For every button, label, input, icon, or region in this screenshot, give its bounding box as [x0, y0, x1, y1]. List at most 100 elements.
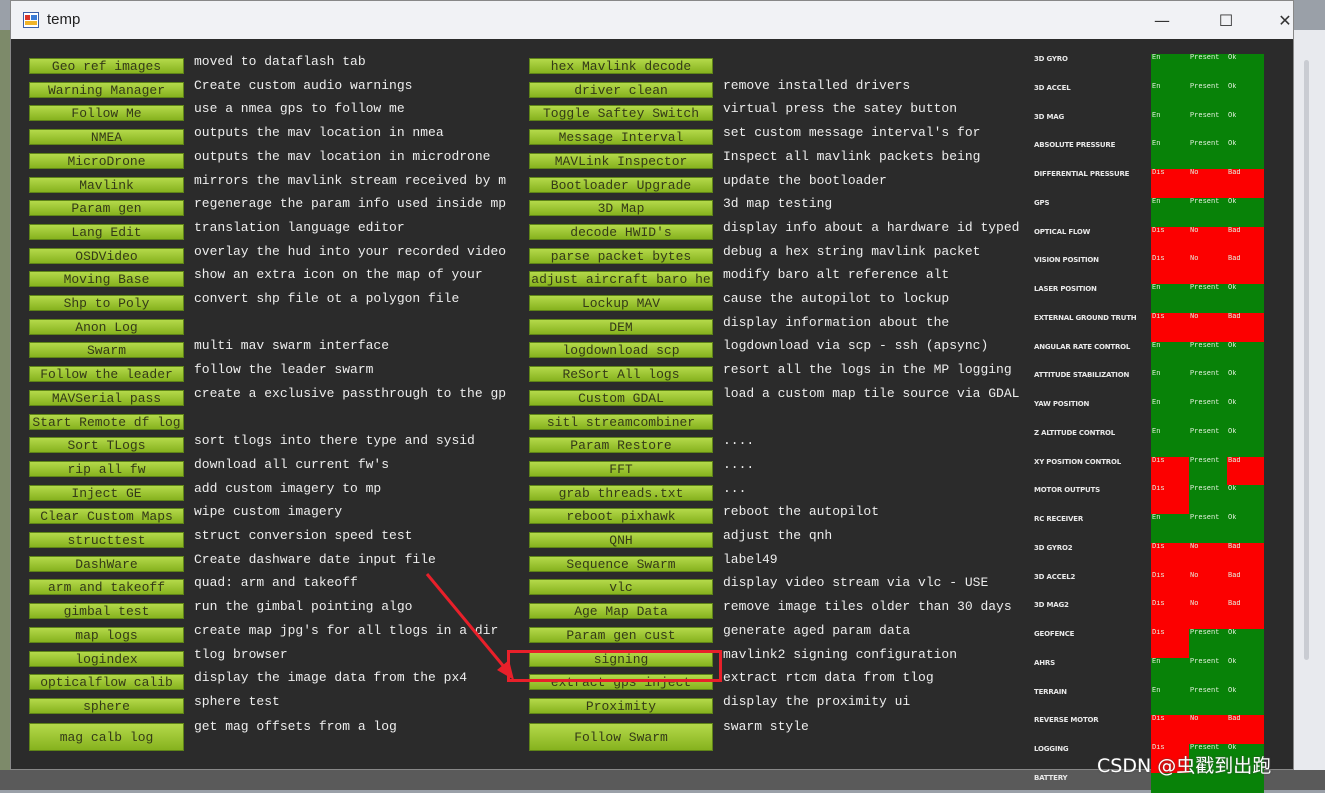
tool-button-age-map-data[interactable]: Age Map Data	[529, 603, 713, 620]
tool-button-logdownload-scp[interactable]: logdownload scp	[529, 342, 713, 359]
tool-button-osdvideo[interactable]: OSDVideo	[29, 247, 184, 264]
tool-button-adjust-aircraft-baro-he[interactable]: adjust aircraft baro he	[529, 271, 713, 288]
tool-button-param-gen[interactable]: Param gen	[29, 200, 184, 217]
sensor-status-cell: En	[1151, 197, 1189, 227]
tool-button-sequence-swarm[interactable]: Sequence Swarm	[529, 555, 713, 572]
tool-button-bootloader-upgrade[interactable]: Bootloader Upgrade	[529, 176, 713, 193]
tool-button-follow-the-leader[interactable]: Follow the leader	[29, 366, 184, 383]
tool-button-inject-ge[interactable]: Inject GE	[29, 484, 184, 501]
sensor-name: GEOFENCE	[1034, 630, 1075, 638]
tool-button-follow-me[interactable]: Follow Me	[29, 105, 184, 122]
tool-description: show an extra icon on the map of your	[194, 267, 483, 283]
tool-button-shp-to-poly[interactable]: Shp to Poly	[29, 295, 184, 311]
tool-button-moving-base[interactable]: Moving Base	[29, 271, 184, 288]
sensor-status-cell: No	[1189, 226, 1227, 256]
sensor-status-cell: Ok	[1227, 427, 1264, 457]
sensor-status-cell: Present	[1189, 82, 1227, 112]
tool-button-driver-clean[interactable]: driver clean	[529, 81, 713, 98]
tool-button-mag-calb-log[interactable]: mag calb log	[29, 723, 184, 751]
tool-button-sort-tlogs[interactable]: Sort TLogs	[29, 437, 184, 454]
tool-button-sitl-streamcombiner[interactable]: sitl streamcombiner	[529, 413, 713, 430]
tool-description: create map jpg's for all tlogs in a dir	[194, 622, 499, 638]
tool-button-start-remote-df-log[interactable]: Start Remote df log	[29, 413, 184, 430]
tool-button-microdrone[interactable]: MicroDrone	[29, 152, 184, 169]
tool-description: ....	[723, 433, 755, 449]
maximize-button[interactable]: ☐	[1203, 1, 1249, 39]
tool-button-swarm[interactable]: Swarm	[29, 342, 184, 359]
tool-description: display information about the	[723, 314, 950, 330]
sensor-status-cell: En	[1151, 427, 1189, 457]
tool-button-lockup-mav[interactable]: Lockup MAV	[529, 295, 713, 311]
sensor-name: EXTERNAL GROUND TRUTH	[1034, 313, 1137, 322]
tool-button-geo-ref-images[interactable]: Geo ref images	[29, 58, 184, 74]
tool-description: outputs the mav location in nmea	[194, 125, 444, 141]
tool-description: display the image data from the px4	[194, 670, 468, 686]
tool-button-reboot-pixhawk[interactable]: reboot pixhawk	[529, 508, 713, 525]
tool-button-opticalflow-calib[interactable]: opticalflow calib	[29, 674, 184, 691]
sensor-status-cell: En	[1151, 284, 1189, 313]
tool-description: generate aged param data	[723, 622, 911, 638]
sensor-status-cell: En	[1151, 111, 1189, 141]
sensor-name: ABSOLUTE PRESSURE	[1034, 141, 1116, 150]
sensor-name: RC RECEIVER	[1034, 515, 1084, 523]
tool-button-3d-map[interactable]: 3D Map	[529, 200, 713, 217]
tool-button-dashware[interactable]: DashWare	[29, 555, 184, 572]
sensor-name: LOGGING	[1034, 745, 1069, 753]
tool-description: mavlink2 signing configuration	[723, 646, 958, 662]
tool-button-map-logs[interactable]: map logs	[29, 626, 184, 643]
sensor-status-cell: Dis	[1151, 629, 1189, 658]
tool-button-grab-threads-txt[interactable]: grab threads.txt	[529, 484, 713, 501]
tool-button-custom-gdal[interactable]: Custom GDAL	[529, 389, 713, 406]
tool-description: virtual press the satey button	[723, 101, 958, 117]
tool-button-clear-custom-maps[interactable]: Clear Custom Maps	[29, 508, 184, 525]
tool-button-mavlink[interactable]: Mavlink	[29, 176, 184, 193]
tool-button-rip-all-fw[interactable]: rip all fw	[29, 460, 184, 477]
sensor-status-cell: Present	[1189, 284, 1227, 313]
tool-button-fft[interactable]: FFT	[529, 460, 713, 477]
sensor-status-cell: Dis	[1151, 571, 1189, 601]
sensor-status-cell: Present	[1189, 485, 1227, 515]
tool-button-structtest[interactable]: structtest	[29, 532, 184, 548]
tool-button-nmea[interactable]: NMEA	[29, 129, 184, 146]
tool-button-resort-all-logs[interactable]: ReSort All logs	[529, 366, 713, 383]
tool-button-qnh[interactable]: QNH	[529, 532, 713, 548]
tool-description: 3d map testing	[723, 196, 833, 212]
tool-description: Inspect all mavlink packets being	[723, 148, 981, 164]
tool-button-proximity[interactable]: Proximity	[529, 697, 713, 714]
sensor-status-cell: No	[1189, 312, 1227, 342]
tool-button-lang-edit[interactable]: Lang Edit	[29, 223, 184, 240]
minimize-icon: —	[1154, 10, 1170, 30]
tool-description: set custom message interval's for	[723, 125, 981, 141]
sensor-status-cell: Dis	[1151, 312, 1189, 342]
tool-button-anon-log[interactable]: Anon Log	[29, 318, 184, 335]
sensor-status-cell: En	[1151, 54, 1189, 83]
tool-button-message-interval[interactable]: Message Interval	[529, 129, 713, 146]
tool-description: translation language editor	[194, 219, 405, 235]
minimize-button[interactable]: —	[1139, 1, 1185, 39]
tool-button-param-gen-cust[interactable]: Param gen cust	[529, 626, 713, 643]
title-bar[interactable]: temp — ☐ ✕	[11, 1, 1293, 39]
sensor-status-cell: Present	[1189, 54, 1227, 83]
tool-button-dem[interactable]: DEM	[529, 318, 713, 335]
tool-description: sort tlogs into there type and sysid	[194, 433, 475, 449]
tool-button-warning-manager[interactable]: Warning Manager	[29, 81, 184, 98]
tool-button-sphere[interactable]: sphere	[29, 697, 184, 714]
tool-button-vlc[interactable]: vlc	[529, 579, 713, 596]
tool-button-parse-packet-bytes[interactable]: parse packet bytes	[529, 247, 713, 264]
sensor-status-cell: Present	[1189, 111, 1227, 141]
tool-button-follow-swarm[interactable]: Follow Swarm	[529, 723, 713, 751]
tool-button-decode-hwid-s[interactable]: decode HWID's	[529, 223, 713, 240]
tool-button-param-restore[interactable]: Param Restore	[529, 437, 713, 454]
tool-button-hex-mavlink-decode[interactable]: hex Mavlink decode	[529, 58, 713, 74]
tool-description: display info about a hardware id typed	[723, 219, 1019, 235]
tool-button-arm-and-takeoff[interactable]: arm and takeoff	[29, 579, 184, 596]
sensor-status-cell: Ok	[1227, 341, 1264, 371]
tool-button-mavserial-pass[interactable]: MAVSerial pass	[29, 389, 184, 406]
tool-button-logindex[interactable]: logindex	[29, 650, 184, 667]
tool-button-gimbal-test[interactable]: gimbal test	[29, 603, 184, 620]
tool-button-toggle-saftey-switch[interactable]: Toggle Saftey Switch	[529, 105, 713, 122]
sensor-name: OPTICAL FLOW	[1034, 227, 1091, 236]
close-button[interactable]: ✕	[1262, 1, 1308, 39]
sensor-status-cell: Present	[1189, 657, 1227, 687]
tool-button-mavlink-inspector[interactable]: MAVLink Inspector	[529, 152, 713, 169]
